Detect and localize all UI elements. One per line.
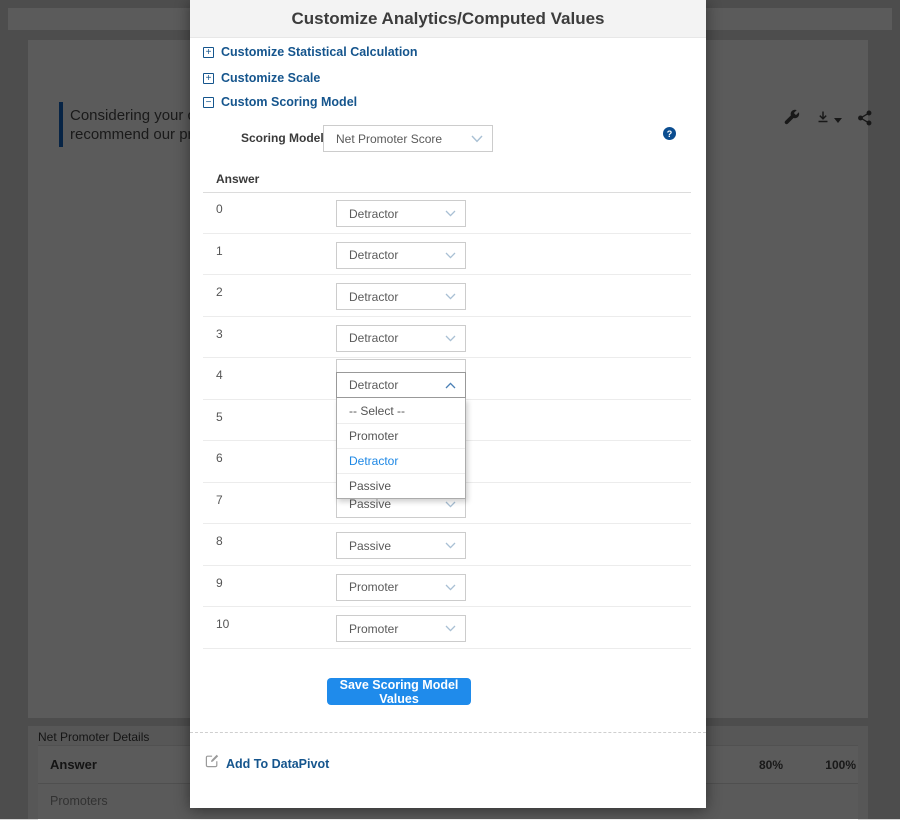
table-row: 1 Detractor [203,234,691,276]
answer-label: 5 [216,410,223,424]
answer-select[interactable]: Detractor [336,200,466,227]
table-row: 0 Detractor [203,192,691,234]
table-row: 2 Detractor [203,275,691,317]
chevron-down-icon [471,135,483,143]
chevron-up-icon [445,382,456,389]
dropdown-option[interactable]: Promoter [337,423,465,448]
answer-table-header: Answer [216,172,259,186]
answer-label: 3 [216,327,223,341]
answer-select[interactable]: Detractor [336,283,466,310]
help-icon[interactable]: ? [663,127,676,140]
chevron-down-icon [445,501,456,508]
answer-label: 7 [216,493,223,507]
open-dropdown: Detractor -- Select -- Promoter Detracto… [336,359,466,499]
dropdown-option[interactable]: Passive [337,473,465,498]
chevron-down-icon [445,584,456,591]
section-label: Customize Scale [221,71,320,85]
plus-square-icon: + [203,73,214,84]
save-scoring-model-button[interactable]: Save Scoring Model Values [327,678,471,705]
table-row: 9 Promoter [203,566,691,608]
chevron-down-icon [445,542,456,549]
plus-square-icon: + [203,47,214,58]
answer-select[interactable]: Promoter [336,615,466,642]
answer-label: 1 [216,244,223,258]
answer-label: 6 [216,451,223,465]
answer-label: 2 [216,285,223,299]
section-label: Customize Statistical Calculation [221,45,418,59]
chevron-down-icon [445,210,456,217]
answer-select[interactable]: Detractor [336,325,466,352]
scoring-model-label: Scoring Model [241,131,324,145]
answer-label: 9 [216,576,223,590]
minus-square-icon: − [203,97,214,108]
modal-header: Customize Analytics/Computed Values [190,0,706,38]
table-row: 3 Detractor [203,317,691,359]
chevron-down-icon [445,625,456,632]
dropdown-option[interactable]: -- Select -- [337,398,465,423]
scoring-model-select[interactable]: Net Promoter Score [323,125,493,152]
section-customize-scale[interactable]: + Customize Scale [203,71,320,85]
add-to-datapivot-link[interactable]: Add To DataPivot [205,754,329,773]
table-row: 10 Promoter [203,607,691,649]
chevron-down-icon [445,252,456,259]
dropdown-options-list: -- Select -- Promoter Detractor Passive [336,398,466,499]
answer-select[interactable]: Passive [336,532,466,559]
answer-select[interactable]: Promoter [336,574,466,601]
section-custom-scoring-model[interactable]: − Custom Scoring Model [203,95,357,109]
answer-label: 4 [216,368,223,382]
answer-label: 0 [216,202,223,216]
footer-divider [190,732,706,733]
dropdown-option-selected[interactable]: Detractor [337,448,465,473]
answer-select-open[interactable]: Detractor [336,372,466,398]
answer-label: 8 [216,534,223,548]
answer-label: 10 [216,617,229,631]
chevron-down-icon [445,293,456,300]
chevron-down-icon [445,335,456,342]
table-row: 4 Detractor -- Select -- Promoter Detrac… [203,358,691,400]
section-customize-statistical-calculation[interactable]: + Customize Statistical Calculation [203,45,418,59]
edit-square-icon [205,754,219,773]
modal-title: Customize Analytics/Computed Values [292,9,605,29]
answer-select[interactable]: Detractor [336,242,466,269]
scoring-rows: 0 Detractor 1 Detractor 2 Detractor 3 [203,192,691,649]
table-row: 8 Passive [203,524,691,566]
section-label: Custom Scoring Model [221,95,357,109]
customize-analytics-modal: Customize Analytics/Computed Values + Cu… [190,0,706,808]
answer-select-underlying[interactable] [336,359,466,373]
